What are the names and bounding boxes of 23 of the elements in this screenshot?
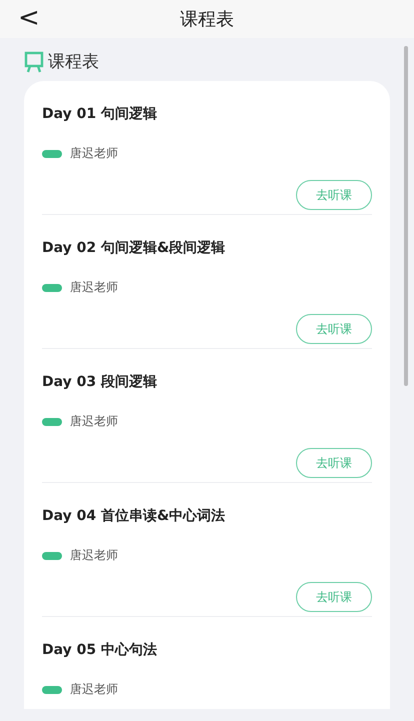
page-title: 课程表 — [180, 8, 234, 31]
listen-button[interactable]: 去听课 — [296, 448, 372, 478]
teacher-name: 唐迟老师 — [70, 145, 118, 162]
teacher-name: 唐迟老师 — [70, 413, 118, 430]
lesson-title: Day 03 段间逻辑 — [42, 373, 157, 391]
video-badge-icon — [42, 686, 62, 694]
lesson-title: Day 02 句间逻辑&段间逻辑 — [42, 239, 226, 257]
video-badge-icon — [42, 418, 62, 426]
listen-button[interactable]: 去听课 — [296, 180, 372, 210]
easel-icon — [24, 50, 44, 72]
section-title: 课程表 — [48, 51, 99, 73]
teacher-name: 唐迟老师 — [70, 279, 118, 296]
lesson-title: Day 05 中心句法 — [42, 641, 157, 659]
back-button[interactable]: < — [12, 2, 46, 34]
lesson-title: Day 01 句间逻辑 — [42, 105, 157, 123]
listen-button[interactable]: 去听课 — [296, 582, 372, 612]
video-badge-icon — [42, 284, 62, 292]
listen-button[interactable]: 去听课 — [296, 314, 372, 344]
lesson-title: Day 04 首位串读&中心词法 — [42, 507, 226, 525]
teacher-name: 唐迟老师 — [70, 547, 118, 564]
teacher-name: 唐迟老师 — [70, 681, 118, 698]
video-badge-icon — [42, 150, 62, 158]
video-badge-icon — [42, 552, 62, 560]
